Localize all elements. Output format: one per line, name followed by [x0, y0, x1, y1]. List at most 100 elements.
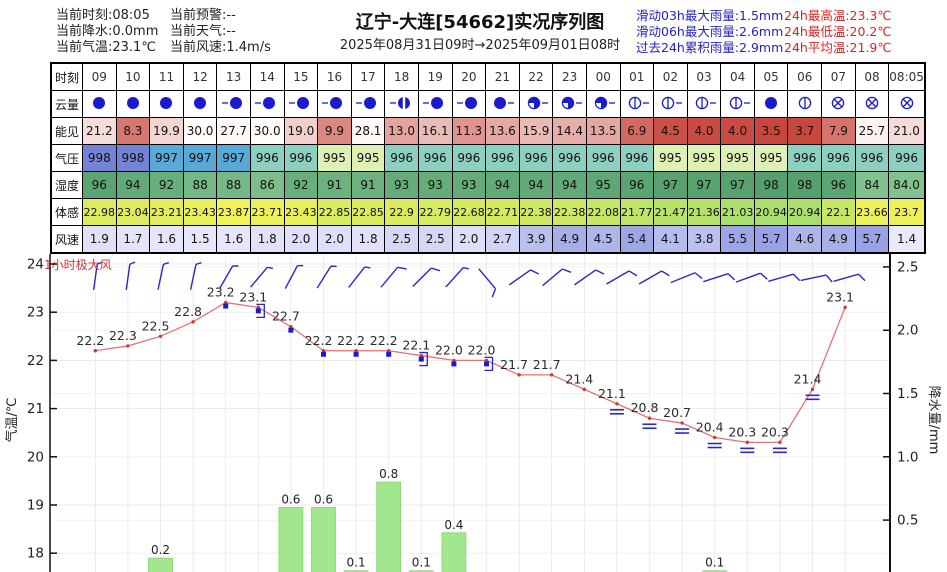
cell-clouds-14 — [249, 90, 285, 118]
precip-bar-20 — [441, 532, 467, 572]
wind-barb-06 — [768, 273, 801, 282]
cell-feels_like-08:05: 23.7 — [888, 198, 926, 226]
cell-feels_like-20: 22.68 — [451, 198, 487, 226]
cell-times-20: 20 — [451, 62, 487, 91]
wind-row-label: 1小时极大风 — [44, 258, 112, 272]
cell-wind_speed-17: 1.8 — [350, 225, 386, 254]
cloud-cover-icon — [389, 96, 410, 109]
temp-label-19: 22.1 — [402, 338, 430, 353]
cell-pressure-02: 995 — [653, 144, 688, 172]
cell-wind_speed-11: 1.6 — [149, 225, 184, 254]
cell-feels_like-11: 23.21 — [149, 198, 184, 226]
cell-visibility-14: 30.0 — [249, 117, 285, 145]
cell-visibility-09: 21.2 — [82, 117, 117, 145]
cell-feels_like-08: 23.66 — [854, 198, 890, 226]
row-wind_speed: 风速 1.9 1.7 1.6 1.5 1.6 1.8 2.0 2.0 1.8 2.5 2.5 2.0 2.… — [50, 225, 926, 254]
blue-marker-14 — [255, 308, 261, 314]
cell-feels_like-00: 22.08 — [585, 198, 621, 226]
cell-times-04: 04 — [720, 62, 755, 91]
cell-times-14: 14 — [249, 62, 285, 91]
current-weather-label: 当前天气:-- — [170, 24, 236, 39]
temp-label-08: 23.1 — [826, 289, 854, 304]
wind-barb-11 — [157, 261, 170, 290]
wind-barb-18 — [380, 266, 407, 288]
cell-humidity-22: 94 — [518, 171, 554, 199]
wind-barb-03 — [670, 272, 703, 284]
cloud-cover-icon — [832, 96, 845, 109]
cell-visibility-19: 16.1 — [417, 117, 453, 145]
temp-label-06: 20.3 — [761, 424, 789, 439]
cell-feels_like-01: 21.77 — [619, 198, 655, 226]
temperature-line — [95, 301, 846, 443]
cell-visibility-00: 13.5 — [585, 117, 621, 145]
cell-clouds-13 — [216, 90, 251, 118]
temp-label-02: 20.8 — [631, 400, 659, 415]
cell-pressure-13: 997 — [216, 144, 251, 172]
sequence-chart: 0.2 0.6 0.6 0.1 0.8 0.1 0.4 0.1 1小时极大风 22.2 22.3 22… — [0, 252, 947, 572]
cell-visibility-16: 9.9 — [317, 117, 352, 145]
right-tick-1.0: 1.0 — [897, 449, 918, 465]
cell-humidity-06: 98 — [787, 171, 823, 199]
cell-humidity-14: 86 — [249, 171, 285, 199]
cell-pressure-22: 996 — [518, 144, 554, 172]
cell-visibility-12: 30.0 — [182, 117, 218, 145]
wind-barb-22 — [508, 269, 540, 286]
cell-feels_like-22: 22.38 — [518, 198, 554, 226]
cell-feels_like-06: 20.94 — [787, 198, 823, 226]
cell-times-13: 13 — [216, 62, 251, 91]
cell-clouds-12 — [182, 90, 218, 118]
temp-label-18: 22.2 — [370, 333, 398, 348]
cell-wind_speed-02: 4.1 — [653, 225, 688, 254]
cell-clouds-16 — [317, 90, 352, 118]
cell-clouds-06 — [787, 90, 823, 118]
cell-times-07: 07 — [821, 62, 856, 91]
cell-humidity-13: 88 — [216, 171, 251, 199]
cloud-cover-icon — [456, 96, 477, 109]
cell-wind_speed-08:05: 1.4 — [888, 225, 926, 254]
obs-table: 时刻 09 10 11 12 13 14 15 16 17 18 19 20 21 22 23 00 01 02 03… — [50, 62, 926, 254]
stat-24h-rain: 过去24h累积雨量:2.9mm — [636, 40, 784, 55]
cell-feels_like-12: 23.43 — [182, 198, 218, 226]
cell-humidity-10: 94 — [115, 171, 151, 199]
blue-marker-20 — [451, 361, 457, 367]
cell-wind_speed-07: 4.9 — [821, 225, 856, 254]
stat-24h-maxtemp: 24h最高温:23.3℃ — [784, 8, 892, 23]
cloud-cover-icon — [194, 96, 207, 109]
left-tick-20: 20 — [27, 449, 44, 465]
cloud-cover-icon — [255, 96, 276, 109]
cell-clouds-22 — [518, 90, 554, 118]
row-visibility: 能见 21.2 8.3 19.9 30.0 27.7 30.0 19.0 9.9 28.1 13.0… — [50, 117, 926, 145]
cell-clouds-07 — [821, 90, 856, 118]
cell-wind_speed-12: 1.5 — [182, 225, 218, 254]
cell-times-01: 01 — [619, 62, 655, 91]
cell-clouds-23 — [552, 90, 587, 118]
current-warning-label: 当前预警:-- — [170, 8, 236, 23]
temp-label-12: 22.8 — [174, 304, 202, 319]
cell-clouds-09 — [82, 90, 117, 118]
cell-feels_like-18: 22.9 — [384, 198, 419, 226]
cell-humidity-02: 97 — [653, 171, 688, 199]
cell-pressure-11: 997 — [149, 144, 184, 172]
cell-humidity-00: 95 — [585, 171, 621, 199]
right-tick-2.0: 2.0 — [897, 323, 918, 339]
temp-label-09: 22.2 — [76, 333, 104, 348]
cell-wind_speed-05: 5.7 — [753, 225, 789, 254]
cell-wind_speed-15: 2.0 — [283, 225, 319, 254]
cell-humidity-08:05: 84.0 — [888, 171, 926, 199]
cell-wind_speed-00: 4.5 — [585, 225, 621, 254]
current-temp-label: 当前气温:23.1℃ — [56, 40, 156, 55]
cell-clouds-18 — [384, 90, 419, 118]
cloud-cover-icon — [729, 96, 750, 109]
cloud-cover-icon — [865, 96, 879, 109]
precip-label-17: 0.1 — [347, 556, 366, 570]
row-header-pressure: 气压 — [50, 144, 83, 172]
row-feels_like: 体感 22.98 23.04 23.21 23.43 23.87 23.71 23.43 22.… — [50, 198, 926, 226]
cloud-cover-icon — [900, 96, 913, 109]
cell-visibility-21: 13.6 — [485, 117, 520, 145]
stat-24h-mintemp: 24h最低温:20.2℃ — [784, 24, 892, 39]
cloud-cover-icon — [595, 96, 616, 109]
cell-wind_speed-08: 5.7 — [854, 225, 890, 254]
cell-clouds-11 — [149, 90, 184, 118]
cell-times-05: 05 — [753, 62, 789, 91]
cell-humidity-01: 96 — [619, 171, 655, 199]
